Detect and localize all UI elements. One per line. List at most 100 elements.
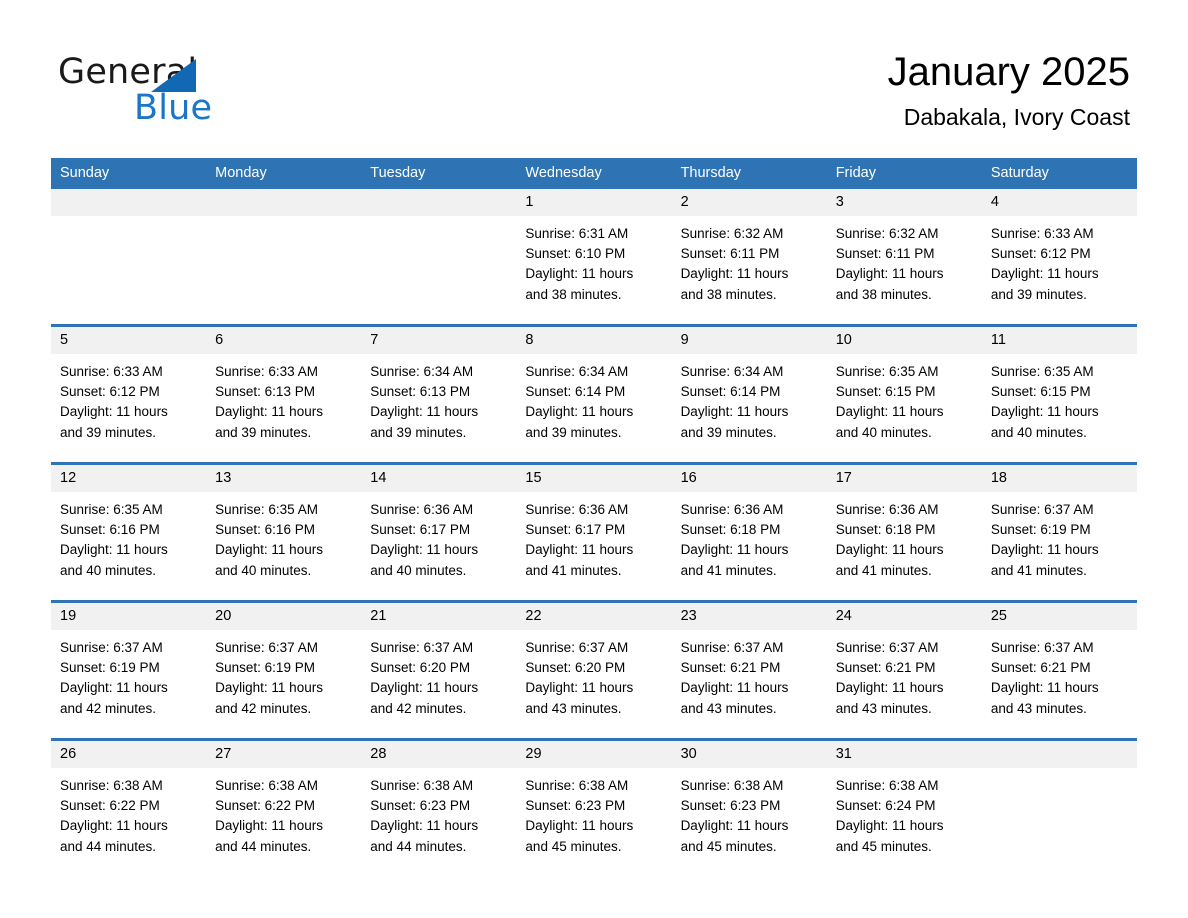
daylight-text-line2: and 41 minutes.: [525, 562, 622, 578]
calendar-week-row: 12 Sunrise: 6:35 AM Sunset: 6:16 PM Dayligh…: [51, 462, 1137, 602]
day-number: 7: [361, 327, 517, 354]
sunrise-text: Sunrise: 6:37 AM: [835, 640, 939, 655]
day-cell-inner: [51, 189, 207, 324]
daylight-text-line1: Daylight: 11 hours: [835, 680, 944, 696]
calendar-day-cell[interactable]: 15 Sunrise: 6:36 AM Sunset: 6:17 PM Dayligh…: [516, 462, 672, 602]
sunrise-text: Sunrise: 6:36 AM: [525, 502, 629, 517]
day-number: 29: [516, 741, 672, 768]
day-number: 21: [361, 603, 517, 630]
calendar-day-cell[interactable]: 17 Sunrise: 6:36 AM Sunset: 6:18 PM Dayligh…: [826, 462, 982, 602]
day-number: 13: [206, 465, 362, 492]
day-number: 17: [826, 465, 982, 492]
calendar-day-cell[interactable]: 24 Sunrise: 6:37 AM Sunset: 6:21 PM Dayligh…: [826, 600, 982, 740]
calendar-day-cell[interactable]: 11 Sunrise: 6:35 AM Sunset: 6:15 PM Dayligh…: [981, 324, 1137, 464]
daylight-text-line1: Daylight: 11 hours: [835, 818, 944, 834]
sunrise-text: Sunrise: 6:33 AM: [215, 364, 318, 379]
calendar-day-cell[interactable]: 4 Sunrise: 6:33 AM Sunset: 6:12 PM Daylight…: [981, 189, 1137, 326]
calendar-day-cell[interactable]: 21 Sunrise: 6:37 AM Sunset: 6:20 PM Dayligh…: [361, 600, 517, 740]
calendar-day-cell[interactable]: 5 Sunrise: 6:33 AM Sunset: 6:12 PM Daylight…: [51, 324, 207, 464]
sunset-text: Sunset: 6:11 PM: [680, 246, 780, 262]
calendar-body: 1 Sunrise: 6:31 AM Sunset: 6:10 PM Daylight…: [51, 189, 1137, 876]
daylight-text-line2: and 39 minutes.: [60, 424, 157, 440]
calendar-day-cell[interactable]: 10 Sunrise: 6:35 AM Sunset: 6:15 PM Dayligh…: [826, 324, 982, 464]
calendar-day-cell[interactable]: 3 Sunrise: 6:32 AM Sunset: 6:11 PM Daylight…: [826, 189, 982, 326]
calendar-day-cell[interactable]: 20 Sunrise: 6:37 AM Sunset: 6:19 PM Dayligh…: [206, 600, 362, 740]
generalblue-logo: General Blue: [58, 52, 318, 128]
daylight-text-line2: and 40 minutes.: [370, 562, 467, 578]
calendar-day-cell[interactable]: 7 Sunrise: 6:34 AM Sunset: 6:13 PM Daylight…: [361, 324, 517, 464]
day-number: 6: [206, 327, 362, 354]
calendar-day-cell[interactable]: 18 Sunrise: 6:37 AM Sunset: 6:19 PM Dayligh…: [981, 462, 1137, 602]
calendar-day-cell[interactable]: 30 Sunrise: 6:38 AM Sunset: 6:23 PM Dayligh…: [671, 738, 827, 876]
calendar-day-cell[interactable]: 2 Sunrise: 6:32 AM Sunset: 6:11 PM Daylight…: [671, 189, 827, 326]
day-cell-inner: 1 Sunrise: 6:31 AM Sunset: 6:10 PM Daylight…: [516, 189, 672, 324]
calendar-day-cell[interactable]: 8 Sunrise: 6:34 AM Sunset: 6:14 PM Daylight…: [516, 324, 672, 464]
weekday-header-saturday: Saturday: [981, 158, 1137, 189]
day-details: Sunrise: 6:37 AM Sunset: 6:21 PM Daylight:…: [827, 630, 982, 719]
calendar-day-cell[interactable]: 13 Sunrise: 6:35 AM Sunset: 6:16 PM Dayligh…: [206, 462, 362, 602]
daylight-text-line2: and 39 minutes.: [215, 424, 312, 440]
daylight-text-line1: Daylight: 11 hours: [370, 404, 479, 420]
page-subtitle: Dabakala, Ivory Coast: [903, 104, 1130, 130]
daylight-text-line2: and 38 minutes.: [835, 286, 932, 302]
sunrise-text: Sunrise: 6:36 AM: [835, 502, 939, 517]
day-details: Sunrise: 6:38 AM Sunset: 6:23 PM Daylight:…: [516, 768, 671, 857]
day-details: Sunrise: 6:38 AM Sunset: 6:23 PM Daylight:…: [672, 768, 827, 857]
daylight-text-line2: and 42 minutes.: [370, 700, 467, 716]
day-number: 31: [826, 741, 982, 768]
calendar-week-row: 26 Sunrise: 6:38 AM Sunset: 6:22 PM Dayligh…: [51, 738, 1137, 876]
sunrise-text: Sunrise: 6:38 AM: [525, 778, 629, 793]
day-cell-inner: [981, 741, 1137, 876]
calendar-day-cell[interactable]: 31 Sunrise: 6:38 AM Sunset: 6:24 PM Dayligh…: [826, 738, 982, 876]
day-number: 23: [671, 603, 827, 630]
day-number: 1: [516, 189, 672, 216]
calendar-day-cell[interactable]: 27 Sunrise: 6:38 AM Sunset: 6:22 PM Dayligh…: [206, 738, 362, 876]
calendar-day-cell[interactable]: 14 Sunrise: 6:36 AM Sunset: 6:17 PM Dayligh…: [361, 462, 517, 602]
calendar-day-cell[interactable]: 28 Sunrise: 6:38 AM Sunset: 6:23 PM Dayligh…: [361, 738, 517, 876]
daylight-text-line2: and 41 minutes.: [680, 562, 777, 578]
sunset-text: Sunset: 6:15 PM: [835, 384, 936, 400]
daylight-text-line1: Daylight: 11 hours: [215, 542, 323, 558]
sunset-text: Sunset: 6:21 PM: [990, 660, 1091, 676]
sunset-text: Sunset: 6:19 PM: [215, 660, 315, 676]
daylight-text-line1: Daylight: 11 hours: [60, 542, 168, 558]
calendar-day-cell[interactable]: 26 Sunrise: 6:38 AM Sunset: 6:22 PM Dayligh…: [51, 738, 207, 876]
daylight-text-line2: and 43 minutes.: [525, 700, 622, 716]
sunset-text: Sunset: 6:17 PM: [525, 522, 626, 538]
calendar-day-cell[interactable]: 1 Sunrise: 6:31 AM Sunset: 6:10 PM Daylight…: [516, 189, 672, 326]
daylight-text-line2: and 40 minutes.: [990, 424, 1087, 440]
day-cell-inner: 27 Sunrise: 6:38 AM Sunset: 6:22 PM Dayligh…: [206, 741, 362, 876]
calendar-day-cell[interactable]: 9 Sunrise: 6:34 AM Sunset: 6:14 PM Daylight…: [671, 324, 827, 464]
calendar-day-cell[interactable]: 19 Sunrise: 6:37 AM Sunset: 6:19 PM Dayligh…: [51, 600, 207, 740]
calendar-day-cell-empty: [206, 189, 362, 326]
day-number: 10: [826, 327, 982, 354]
day-cell-inner: 13 Sunrise: 6:35 AM Sunset: 6:16 PM Dayligh…: [206, 465, 362, 600]
calendar-day-cell[interactable]: 25 Sunrise: 6:37 AM Sunset: 6:21 PM Dayligh…: [981, 600, 1137, 740]
sunrise-text: Sunrise: 6:33 AM: [990, 226, 1094, 241]
day-details: Sunrise: 6:34 AM Sunset: 6:13 PM Daylight:…: [361, 354, 516, 443]
day-number: 4: [981, 189, 1137, 216]
sunrise-text: Sunrise: 6:36 AM: [370, 502, 474, 517]
daylight-text-line2: and 39 minutes.: [990, 286, 1087, 302]
day-cell-inner: [361, 189, 517, 324]
daylight-text-line1: Daylight: 11 hours: [680, 266, 789, 282]
calendar-day-cell[interactable]: 12 Sunrise: 6:35 AM Sunset: 6:16 PM Dayligh…: [51, 462, 207, 602]
daylight-text-line2: and 41 minutes.: [990, 562, 1087, 578]
sunrise-text: Sunrise: 6:37 AM: [370, 640, 474, 655]
calendar-day-cell[interactable]: 16 Sunrise: 6:36 AM Sunset: 6:18 PM Dayligh…: [671, 462, 827, 602]
sunset-text: Sunset: 6:13 PM: [215, 384, 315, 400]
calendar-week-row: 19 Sunrise: 6:37 AM Sunset: 6:19 PM Dayligh…: [51, 600, 1137, 740]
daylight-text-line1: Daylight: 11 hours: [60, 680, 168, 696]
daylight-text-line2: and 45 minutes.: [680, 838, 777, 854]
sunset-text: Sunset: 6:23 PM: [525, 798, 626, 814]
sunrise-text: Sunrise: 6:35 AM: [215, 502, 318, 517]
day-number: 19: [51, 603, 207, 630]
calendar-day-cell[interactable]: 6 Sunrise: 6:33 AM Sunset: 6:13 PM Daylight…: [206, 324, 362, 464]
day-details: Sunrise: 6:35 AM Sunset: 6:15 PM Daylight:…: [982, 354, 1137, 443]
sunrise-text: Sunrise: 6:38 AM: [215, 778, 318, 793]
calendar-day-cell[interactable]: 23 Sunrise: 6:37 AM Sunset: 6:21 PM Dayligh…: [671, 600, 827, 740]
calendar-day-cell[interactable]: 29 Sunrise: 6:38 AM Sunset: 6:23 PM Dayligh…: [516, 738, 672, 876]
day-number: 18: [981, 465, 1137, 492]
day-details: Sunrise: 6:37 AM Sunset: 6:21 PM Daylight:…: [672, 630, 827, 719]
calendar-day-cell[interactable]: 22 Sunrise: 6:37 AM Sunset: 6:20 PM Dayligh…: [516, 600, 672, 740]
